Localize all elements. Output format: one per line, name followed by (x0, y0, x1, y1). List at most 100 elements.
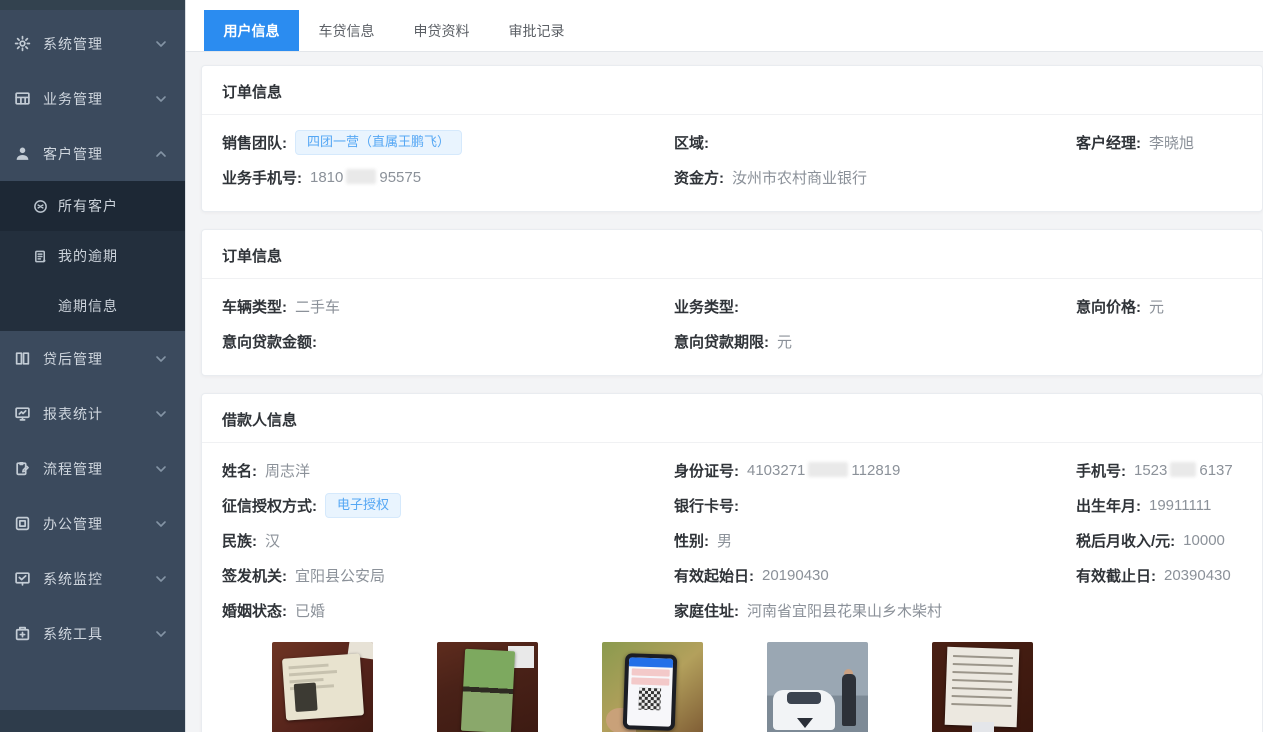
tab-loan-application-docs[interactable]: 申贷资料 (394, 10, 489, 51)
field-label: 身份证号: (674, 460, 739, 481)
birth-date-field: 出生年月: 19911111 (1076, 488, 1242, 523)
field-value: 181095575 (310, 169, 421, 186)
field-label: 意向贷款金额: (222, 331, 317, 352)
field-label: 民族: (222, 530, 257, 551)
field-label: 客户经理: (1076, 132, 1141, 153)
photo-thumbnail-qr-auth[interactable]: 征信授权 (602, 642, 703, 732)
valid-to-field: 有效截止日: 20390430 (1076, 558, 1242, 593)
sidebar-item-my-overdue[interactable]: 我的逾期 (0, 231, 185, 281)
sidebar-item-label: 系统管理 (43, 34, 103, 54)
field-value: 4103271112819 (747, 462, 900, 479)
user-icon (14, 145, 31, 162)
monitor-check-icon (14, 570, 31, 587)
sidebar-item-label: 我的逾期 (58, 246, 118, 266)
field-label: 性别: (674, 530, 709, 551)
credit-auth-field: 征信授权方式: 电子授权 (222, 488, 674, 523)
field-label: 业务手机号: (222, 167, 302, 188)
field-label: 姓名: (222, 460, 257, 481)
redaction-blur (1170, 462, 1196, 477)
coin-icon (33, 199, 48, 214)
field-label: 资金方: (674, 167, 724, 188)
field-label: 意向贷款期限: (674, 331, 769, 352)
sidebar-item-label: 报表统计 (43, 404, 103, 424)
field-value: 10000 (1183, 532, 1225, 549)
sidebar-item-label: 客户管理 (43, 144, 103, 164)
person-car-photo (767, 642, 868, 732)
credit-auth-tag: 电子授权 (325, 493, 401, 518)
region-field: 区域: (674, 125, 1076, 160)
toolbox-icon (14, 625, 31, 642)
field-value: 李晓旭 (1149, 132, 1194, 153)
tab-user-info[interactable]: 用户信息 (204, 10, 299, 51)
field-value: 元 (1149, 296, 1164, 317)
card-title: 借款人信息 (202, 394, 1262, 443)
field-value: 汉 (265, 530, 280, 551)
sidebar-item-postloan-mgmt[interactable]: 贷后管理 (0, 331, 185, 386)
qr-auth-photo (602, 642, 703, 732)
chevron-down-icon (155, 408, 167, 420)
sidebar-item-system-tools[interactable]: 系统工具 (0, 606, 185, 661)
document-photo (932, 642, 1033, 732)
sidebar-item-report-stats[interactable]: 报表统计 (0, 386, 185, 441)
tab-car-loan-info[interactable]: 车贷信息 (299, 10, 394, 51)
sidebar-item-workflow-mgmt[interactable]: 流程管理 (0, 441, 185, 496)
sidebar-item-label: 流程管理 (43, 459, 103, 479)
field-value: 男 (717, 530, 732, 551)
card-title: 订单信息 (202, 66, 1262, 115)
field-value: 二手车 (295, 296, 340, 317)
tab-strip: 用户信息 车贷信息 申贷资料 审批记录 (186, 0, 1263, 52)
sidebar-collapse-bar[interactable] (0, 710, 185, 732)
main-content: 用户信息 车贷信息 申贷资料 审批记录 订单信息 销售团队: 四团一营（直属王鹏… (186, 0, 1263, 732)
sidebar-item-system-mgmt[interactable]: 系统管理 (0, 16, 185, 71)
order-info-card-1: 订单信息 销售团队: 四团一营（直属王鹏飞） 区域: 客户经理: (201, 65, 1263, 212)
field-value: 20390430 (1164, 567, 1231, 584)
sales-team-field: 销售团队: 四团一营（直属王鹏飞） (222, 125, 674, 160)
customer-manager-field: 客户经理: 李晓旭 (1076, 125, 1242, 160)
field-label: 有效截止日: (1076, 565, 1156, 586)
chevron-down-icon (155, 38, 167, 50)
field-label: 征信授权方式: (222, 495, 317, 516)
photo-thumbnail-person-car[interactable]: 人车合影 (767, 642, 868, 732)
sidebar-item-office-mgmt[interactable]: 办公管理 (0, 496, 185, 551)
sidebar-item-business-mgmt[interactable]: 业务管理 (0, 71, 185, 126)
sidebar-item-overdue-info[interactable]: 逾期信息 (0, 281, 185, 331)
gear-icon (14, 35, 31, 52)
photo-thumbnail-green-booklet[interactable]: 驾驶证原件 (437, 642, 538, 732)
chevron-down-icon (155, 93, 167, 105)
field-label: 银行卡号: (674, 495, 739, 516)
sales-team-tag: 四团一营（直属王鹏飞） (295, 130, 462, 155)
chevron-down-icon (155, 518, 167, 530)
business-phone-field: 业务手机号: 181095575 (222, 160, 674, 195)
chevron-down-icon (155, 628, 167, 640)
card-title: 订单信息 (202, 230, 1262, 279)
field-label: 业务类型: (674, 296, 739, 317)
photo-thumbnail-id-card[interactable]: 身份证 (272, 642, 373, 732)
sidebar-item-label: 业务管理 (43, 89, 103, 109)
clipboard-icon (14, 460, 31, 477)
monthly-income-field: 税后月收入/元: 10000 (1076, 523, 1242, 558)
field-label: 税后月收入/元: (1076, 530, 1175, 551)
customer-mgmt-submenu: 所有客户 我的逾期 逾期信息 (0, 181, 185, 331)
sidebar-item-all-customers[interactable]: 所有客户 (0, 181, 185, 231)
photo-thumbnail-document[interactable]: 村委证明 (932, 642, 1033, 732)
sidebar-item-system-monitor[interactable]: 系统监控 (0, 551, 185, 606)
chevron-down-icon (155, 353, 167, 365)
field-value: 周志洋 (265, 460, 310, 481)
name-field: 姓名: 周志洋 (222, 453, 674, 488)
gender-field: 性别: 男 (674, 523, 1076, 558)
sidebar-item-customer-mgmt[interactable]: 客户管理 (0, 126, 185, 181)
sidebar-item-label: 系统监控 (43, 569, 103, 589)
home-address-field: 家庭住址: 河南省宜阳县花果山乡木柴村 (674, 593, 1076, 628)
redaction-blur (346, 169, 376, 184)
order-info-card-2: 订单信息 车辆类型: 二手车 业务类型: 意向价格: 元 (201, 229, 1263, 376)
field-value: 河南省宜阳县花果山乡木柴村 (747, 600, 942, 621)
sidebar-nav: 系统管理 业务管理 客户管理 (0, 10, 185, 710)
sidebar-item-label: 所有客户 (58, 196, 118, 216)
sidebar-top-strip (0, 0, 185, 10)
tab-bar: 用户信息 车贷信息 申贷资料 审批记录 (204, 10, 1263, 51)
square-in-square-icon (14, 515, 31, 532)
field-label: 意向价格: (1076, 296, 1141, 317)
issuing-authority-field: 签发机关: 宜阳县公安局 (222, 558, 674, 593)
tab-approval-records[interactable]: 审批记录 (489, 10, 584, 51)
funder-field: 资金方: 汝州市农村商业银行 (674, 160, 1076, 195)
